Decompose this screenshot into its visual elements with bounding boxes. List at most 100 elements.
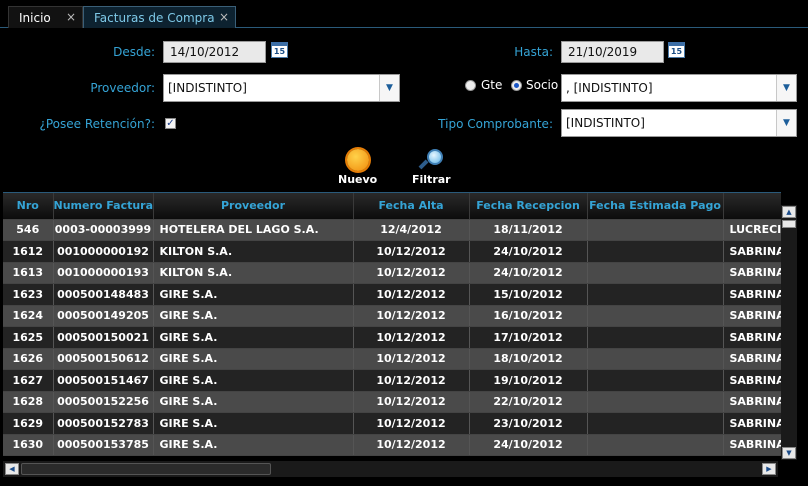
table-cell: 546	[3, 219, 54, 241]
table-row[interactable]: 1612 001000000192 KILTON S.A. 10/12/2012 24/…	[3, 240, 781, 263]
table-cell: 10/12/2012	[353, 434, 470, 456]
close-icon[interactable]: ×	[66, 10, 76, 24]
tipo-comprobante-select[interactable]: [INDISTINTO] ▼	[561, 109, 797, 137]
table-cell: 17/10/2012	[469, 326, 588, 349]
proveedor-label: Proveedor:	[90, 81, 155, 95]
table-cell: 18/11/2012	[469, 219, 588, 241]
table-cell: SABRINA I	[723, 369, 781, 392]
col-header[interactable]: Proveedor	[153, 193, 354, 220]
radio-gte-label: Gte	[481, 78, 503, 92]
table-row[interactable]: 1625 000500150021 GIRE S.A. 10/12/2012 17/10…	[3, 326, 781, 349]
table-cell: 10/12/2012	[353, 369, 470, 392]
table-cell: 001000000193	[53, 262, 154, 284]
table-cell: GIRE S.A.	[153, 305, 354, 327]
table-cell: GIRE S.A.	[153, 283, 354, 306]
retencion-checkbox[interactable]: ✓	[165, 118, 176, 129]
table-row[interactable]: 1624 000500149205 GIRE S.A. 10/12/2012 16/10…	[3, 305, 781, 327]
tipo-comprobante-label: Tipo Comprobante:	[438, 117, 553, 131]
tipo-comprobante-value: [INDISTINTO]	[566, 116, 645, 130]
calendar-icon[interactable]: 15	[271, 42, 288, 58]
table-cell: 24/10/2012	[469, 240, 588, 263]
table-cell: 1612	[3, 240, 54, 263]
table-cell: GIRE S.A.	[153, 348, 354, 370]
filtrar-button[interactable]: Filtrar	[412, 149, 451, 186]
col-header[interactable]: Fecha Recepcion	[469, 193, 588, 220]
calendar-icon[interactable]: 15	[668, 42, 685, 58]
chevron-down-icon[interactable]: ▼	[379, 75, 399, 101]
scroll-right-icon[interactable]: ▶	[762, 463, 776, 475]
table-cell: GIRE S.A.	[153, 326, 354, 349]
col-header[interactable]: Nro	[3, 193, 54, 220]
hasta-label: Hasta:	[514, 45, 553, 59]
scroll-down-icon[interactable]: ▼	[782, 447, 796, 459]
col-header[interactable]: Fecha Alta	[353, 193, 470, 220]
table-cell	[587, 283, 724, 306]
tab-label: Facturas de Compra	[94, 10, 215, 25]
table-cell: 000500152256	[53, 391, 154, 413]
radio-gte[interactable]	[465, 80, 476, 91]
table-cell: 000500151467	[53, 369, 154, 392]
table-cell	[587, 326, 724, 349]
table-cell: 10/12/2012	[353, 412, 470, 435]
proveedor-select[interactable]: [INDISTINTO] ▼	[163, 74, 400, 102]
table-cell: SABRINA I	[723, 262, 781, 284]
nuevo-button[interactable]: Nuevo	[338, 149, 377, 186]
table-cell: 19/10/2012	[469, 369, 588, 392]
table-cell: 1629	[3, 412, 54, 435]
col-header[interactable]	[723, 193, 781, 220]
scroll-thumb[interactable]	[21, 463, 271, 475]
table-cell: 1627	[3, 369, 54, 392]
radio-socio[interactable]	[511, 80, 522, 91]
table-cell: 1613	[3, 262, 54, 284]
table-cell: 1624	[3, 305, 54, 327]
horizontal-scrollbar[interactable]: ◀ ▶	[3, 461, 778, 477]
table-cell: SABRINA I	[723, 240, 781, 263]
proveedor-value: [INDISTINTO]	[168, 81, 247, 95]
tab-label: Inicio	[19, 10, 51, 25]
table-cell: 12/4/2012	[353, 219, 470, 241]
filtrar-label: Filtrar	[412, 173, 451, 186]
table-cell: 10/12/2012	[353, 326, 470, 349]
desde-date-input[interactable]: 14/10/2012	[163, 41, 266, 63]
scroll-left-icon[interactable]: ◀	[5, 463, 19, 475]
tab-bar: Inicio × Facturas de Compra ×	[0, 0, 808, 28]
vertical-scrollbar[interactable]: ▲ ▼	[781, 205, 797, 460]
table-cell: 10/12/2012	[353, 240, 470, 263]
table-row[interactable]: 1627 000500151467 GIRE S.A. 10/12/2012 19/10…	[3, 369, 781, 392]
table-cell: 1626	[3, 348, 54, 370]
col-header[interactable]: Numero Factura	[53, 193, 154, 220]
col-header[interactable]: Fecha Estimada Pago	[587, 193, 724, 220]
table-row[interactable]: 1629 000500152783 GIRE S.A. 10/12/2012 23/10…	[3, 412, 781, 435]
retencion-label: ¿Posee Retención?:	[39, 117, 155, 131]
close-icon[interactable]: ×	[219, 10, 229, 24]
table-row[interactable]: 1626 000500150612 GIRE S.A. 10/12/2012 18/10…	[3, 348, 781, 370]
table-cell: 000500150021	[53, 326, 154, 349]
facturas-table: Nro Numero Factura Proveedor Fecha Alta …	[3, 193, 781, 456]
tab-inicio[interactable]: Inicio ×	[8, 6, 83, 28]
tab-facturas-de-compra[interactable]: Facturas de Compra ×	[83, 6, 236, 28]
table-row[interactable]: 1630 000500153785 GIRE S.A. 10/12/2012 24/10…	[3, 434, 781, 456]
table-cell: SABRINA I	[723, 434, 781, 456]
table-cell	[587, 262, 724, 284]
scroll-up-icon[interactable]: ▲	[782, 206, 796, 218]
table-cell: 000500152783	[53, 412, 154, 435]
scroll-thumb[interactable]	[782, 220, 796, 228]
table-cell	[587, 305, 724, 327]
facturas-grid: Nro Numero Factura Proveedor Fecha Alta …	[3, 192, 781, 460]
socio-select[interactable]: , [INDISTINTO] ▼	[561, 74, 797, 102]
chevron-down-icon[interactable]: ▼	[776, 75, 796, 101]
table-cell: 000500153785	[53, 434, 154, 456]
table-header-row: Nro Numero Factura Proveedor Fecha Alta …	[3, 193, 781, 220]
table-cell: HOTELERA DEL LAGO S.A.	[153, 219, 354, 241]
chevron-down-icon[interactable]: ▼	[776, 110, 796, 136]
table-row[interactable]: 1628 000500152256 GIRE S.A. 10/12/2012 22/10…	[3, 391, 781, 413]
table-cell: SABRINA I	[723, 348, 781, 370]
table-row[interactable]: 1623 000500148483 GIRE S.A. 10/12/2012 15/10…	[3, 283, 781, 306]
table-row[interactable]: 546 0003-00003999 HOTELERA DEL LAGO S.A. 12…	[3, 219, 781, 241]
hasta-date-input[interactable]: 21/10/2019	[561, 41, 664, 63]
nuevo-label: Nuevo	[338, 173, 378, 186]
table-row[interactable]: 1613 001000000193 KILTON S.A. 10/12/2012 24/…	[3, 262, 781, 284]
table-cell: 0003-00003999	[53, 219, 154, 241]
table-cell: SABRINA I	[723, 326, 781, 349]
table-cell: KILTON S.A.	[153, 240, 354, 263]
